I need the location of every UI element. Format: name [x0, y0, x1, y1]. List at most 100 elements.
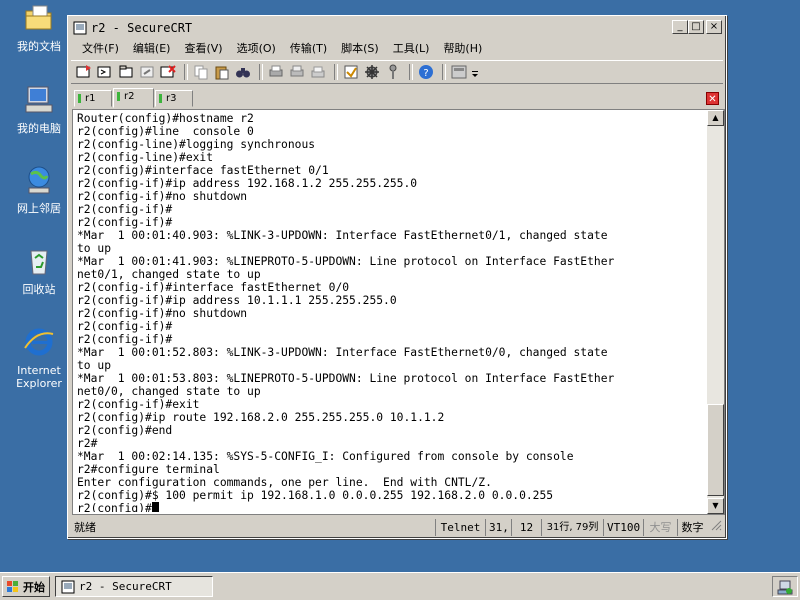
terminal-line: r2(config)#ip route 192.168.2.0 255.255.…: [77, 411, 445, 424]
terminal-line: r2(config-if)#: [77, 203, 173, 216]
menu-tools[interactable]: 工具(L): [386, 40, 437, 56]
scroll-down-icon[interactable]: ▼: [707, 498, 724, 514]
tab-status-indicator: [78, 94, 81, 103]
find-button[interactable]: [234, 63, 252, 81]
terminal-line: to up: [77, 359, 112, 372]
desktop-icon-recycle-bin[interactable]: 回收站: [8, 245, 70, 296]
resize-grip-icon[interactable]: [707, 519, 723, 536]
session-options-button[interactable]: [342, 63, 360, 81]
tab-r2[interactable]: r2: [113, 88, 154, 108]
desktop-icon-label: 我的文档: [17, 40, 61, 53]
terminal-line: r2(config-if)#: [77, 216, 173, 229]
menu-bar: 文件(F) 编辑(E) 查看(V) 选项(O) 传输(T) 脚本(S) 工具(L…: [71, 38, 723, 57]
tray-network-icon[interactable]: [777, 579, 793, 595]
copy-button[interactable]: [192, 63, 210, 81]
terminal-line: *Mar 1 00:01:40.903: %LINK-3-UPDOWN: Int…: [77, 229, 608, 242]
tab-r1[interactable]: r1: [74, 90, 112, 107]
desktop-icon-label: 网上邻居: [17, 202, 61, 215]
window-controls: _ □ ×: [672, 20, 722, 34]
internet-explorer-icon: [24, 328, 54, 356]
network-places-icon: [28, 166, 50, 194]
terminal-line: net0/1, changed state to up: [77, 268, 261, 281]
gear-icon: [365, 65, 379, 79]
terminal-line: r2(config-if)#no shutdown: [77, 190, 248, 203]
desktop-icon-label: 回收站: [22, 283, 56, 296]
global-options-button[interactable]: [363, 63, 381, 81]
menu-transfer[interactable]: 传输(T): [283, 40, 334, 56]
quick-connect-button[interactable]: [96, 63, 114, 81]
terminal-line: r2(config-if)#: [77, 320, 173, 333]
terminal-line: r2(config-if)#ip address 192.168.1.2 255…: [77, 177, 418, 190]
connect-button[interactable]: [75, 63, 93, 81]
keymap-button[interactable]: [384, 63, 402, 81]
menu-file[interactable]: 文件(F): [75, 40, 126, 56]
start-button[interactable]: 开始: [2, 576, 50, 597]
terminal-output[interactable]: Router(config)#hostname r2 r2(config)#lin…: [77, 112, 709, 512]
terminal-line: r2(config)#end: [77, 424, 173, 437]
connect-tab-button[interactable]: [117, 63, 135, 81]
close-tab-icon[interactable]: ✕: [706, 92, 719, 105]
menu-script[interactable]: 脚本(S): [334, 40, 386, 56]
toolbar-separator: [409, 64, 413, 80]
recycle-bin-icon: [30, 250, 48, 275]
disconnect-button[interactable]: [159, 63, 177, 81]
toolbar-overflow-chevron-icon[interactable]: [471, 63, 479, 81]
reconnect-icon: [140, 66, 154, 78]
taskbar-item-label: r2 - SecureCRT: [79, 580, 172, 593]
terminal-line: r2(config-line)#logging synchronous: [77, 138, 316, 151]
minimize-button[interactable]: _: [672, 20, 688, 34]
desktop-icon-my-computer[interactable]: 我的电脑: [8, 84, 70, 135]
desktop-icon-my-documents[interactable]: 我的文档: [8, 2, 70, 53]
tab-status-indicator: [159, 94, 162, 103]
print-selection-button[interactable]: [288, 63, 306, 81]
window-title: r2 - SecureCRT: [91, 21, 193, 35]
securecrt-app-icon: [61, 580, 75, 593]
menu-help[interactable]: 帮助(H): [436, 40, 489, 56]
svg-text:?: ?: [423, 68, 428, 79]
vertical-scrollbar[interactable]: ▲ ▼: [707, 110, 724, 514]
title-bar[interactable]: r2 - SecureCRT _ □ ×: [71, 19, 723, 37]
help-button[interactable]: ?: [417, 63, 435, 81]
terminal-line: r2(config-line)#exit: [77, 151, 214, 164]
toolbar: ?: [71, 60, 723, 84]
key-icon: [389, 64, 397, 79]
terminal-cursor: [151, 502, 159, 512]
terminal-prompt-line: r2(config)#: [77, 502, 709, 512]
sftp-button[interactable]: [450, 63, 468, 81]
menu-options[interactable]: 选项(O): [230, 40, 283, 56]
paste-icon: [215, 66, 229, 80]
quick-connect-icon: [97, 66, 111, 78]
desktop-icon-internet-explorer[interactable]: Internet Explorer: [8, 326, 70, 390]
terminal-line: *Mar 1 00:01:41.903: %LINEPROTO-5-UPDOWN…: [77, 255, 615, 268]
menu-edit[interactable]: 编辑(E): [126, 40, 178, 56]
terminal-line: r2(config-if)#interface fastEthernet 0/0: [77, 281, 350, 294]
maximize-button[interactable]: □: [688, 20, 704, 34]
menu-view[interactable]: 查看(V): [177, 40, 229, 56]
status-emulation: VT100: [603, 519, 643, 536]
tab-r3[interactable]: r3: [155, 90, 193, 107]
status-num: 数字: [677, 519, 707, 536]
terminal-line: to up: [77, 242, 112, 255]
desktop-icon-network-places[interactable]: 网上邻居: [8, 164, 70, 215]
scrollbar-thumb[interactable]: [707, 404, 724, 496]
print-selection-icon: [290, 65, 304, 77]
terminal-line: r2(config-if)#no shutdown: [77, 307, 248, 320]
tab-status-indicator: [117, 92, 120, 101]
print-button[interactable]: [267, 63, 285, 81]
system-tray: [772, 576, 798, 597]
taskbar-item-securecrt[interactable]: r2 - SecureCRT: [55, 576, 213, 597]
terminal-line: Router(config)#hostname r2: [77, 112, 254, 125]
my-computer-icon: [25, 86, 53, 113]
scroll-up-icon[interactable]: ▲: [707, 110, 724, 126]
reconnect-button[interactable]: [138, 63, 156, 81]
toolbar-separator: [184, 64, 188, 80]
sftp-icon: [451, 65, 467, 79]
terminal-line: r2(config)#$ 100 permit ip 192.168.1.0 0…: [77, 489, 554, 502]
close-button[interactable]: ×: [706, 20, 722, 34]
print-setup-button[interactable]: [309, 63, 327, 81]
print-icon: [269, 65, 283, 77]
copy-icon: [194, 65, 208, 80]
toolbar-separator: [334, 64, 338, 80]
terminal-line: Enter configuration commands, one per li…: [77, 476, 492, 489]
paste-button[interactable]: [213, 63, 231, 81]
